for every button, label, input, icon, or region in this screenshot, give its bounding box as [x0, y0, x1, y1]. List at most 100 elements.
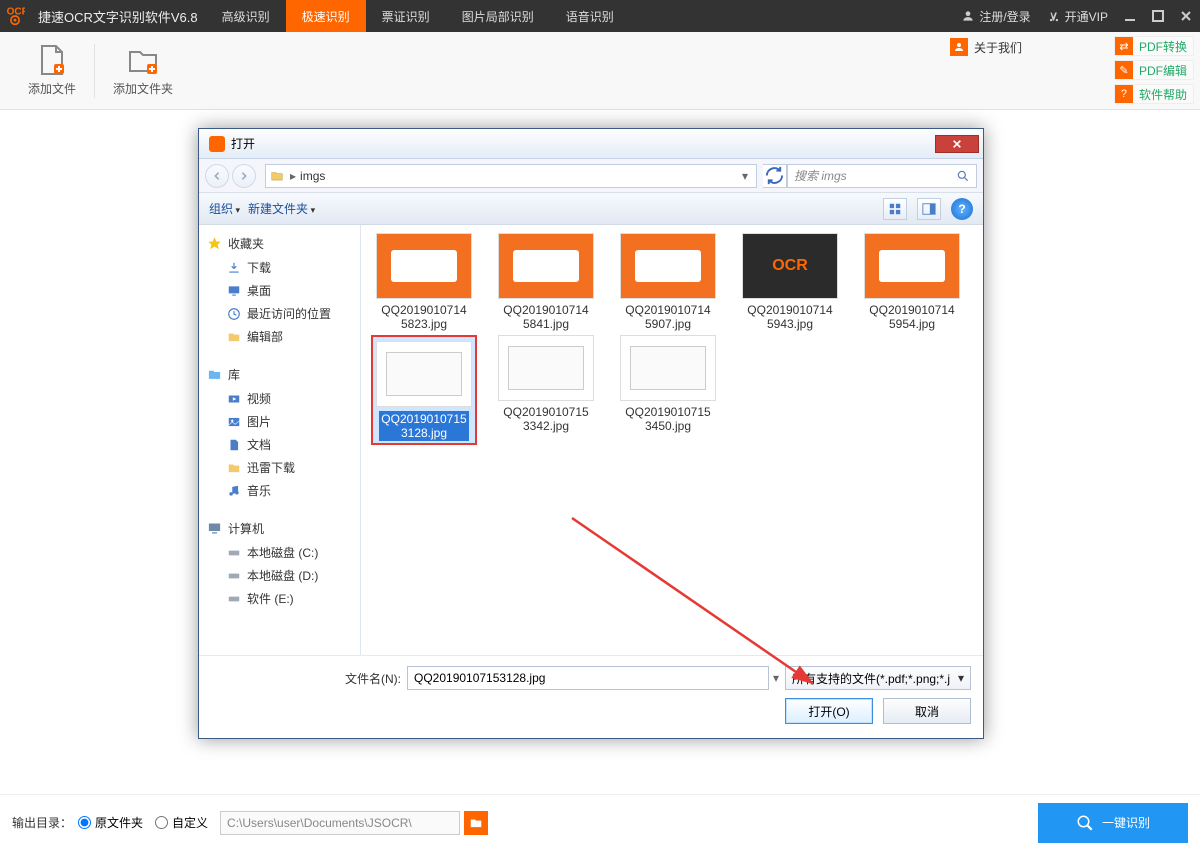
dialog-close-button[interactable] [935, 135, 979, 153]
tab-fast[interactable]: 极速识别 [286, 0, 366, 32]
dialog-icon [209, 136, 225, 152]
sidebar-computer[interactable]: 计算机 [199, 516, 360, 541]
help-button[interactable]: ? [951, 198, 973, 220]
maximize-button[interactable] [1144, 0, 1172, 32]
folder-icon [270, 169, 284, 183]
tab-ticket[interactable]: 票证识别 [366, 0, 446, 32]
file-label: QQ20190107153128.jpg [379, 411, 468, 441]
sidebar-video[interactable]: 视频 [199, 387, 360, 410]
about-us-link[interactable]: 关于我们 [950, 38, 1028, 56]
preview-pane-button[interactable] [917, 198, 941, 220]
file-label: QQ20190107145907.jpg [625, 303, 710, 331]
nav-forward-button[interactable] [232, 164, 256, 188]
breadcrumb-item[interactable]: imgs [300, 169, 325, 183]
thumbnail-icon [376, 341, 472, 407]
sidebar-xunlei[interactable]: 迅雷下载 [199, 456, 360, 479]
close-button[interactable] [1172, 0, 1200, 32]
file-thumb[interactable]: QQ20190107145907.jpg [615, 233, 721, 331]
file-thumb[interactable]: QQ20190107145841.jpg [493, 233, 599, 331]
sidebar-favorites[interactable]: 收藏夹 [199, 231, 360, 256]
radio-custom[interactable]: 自定义 [155, 814, 208, 831]
sidebar-disk-e[interactable]: 软件 (E:) [199, 587, 360, 610]
sidebar-disk-d[interactable]: 本地磁盘 (D:) [199, 564, 360, 587]
file-label: QQ20190107145841.jpg [503, 303, 588, 331]
thumbnail-icon: OCR [742, 233, 838, 299]
filename-label: 文件名(N): [211, 670, 407, 687]
file-thumb[interactable]: QQ20190107145954.jpg [859, 233, 965, 331]
file-type-filter[interactable]: 所有支持的文件(*.pdf;*.png;*.j▾ [785, 666, 971, 690]
edit-icon: ✎ [1115, 61, 1133, 79]
file-thumb[interactable]: OCR QQ20190107145943.jpg [737, 233, 843, 331]
sidebar-disk-c[interactable]: 本地磁盘 (C:) [199, 541, 360, 564]
tab-voice[interactable]: 语音识别 [550, 0, 630, 32]
sidebar-editor[interactable]: 编辑部 [199, 325, 360, 348]
browse-folder-button[interactable] [464, 811, 488, 835]
new-folder-menu[interactable]: 新建文件夹 [248, 200, 323, 217]
output-path-input[interactable] [220, 811, 460, 835]
software-help-link[interactable]: ?软件帮助 [1114, 84, 1194, 104]
sidebar-documents[interactable]: 文档 [199, 433, 360, 456]
filename-input[interactable] [407, 666, 769, 690]
file-label: QQ20190107145823.jpg [381, 303, 466, 331]
thumbnail-icon [620, 335, 716, 401]
vip-button[interactable]: 开通VIP [1039, 0, 1116, 32]
sidebar-pictures[interactable]: 图片 [199, 410, 360, 433]
open-file-dialog: 打开 ▸ imgs ▾ 搜索 imgs 组织 新建文件夹 ? 收藏夹 下载 桌面 [198, 128, 984, 739]
view-mode-button[interactable] [883, 198, 907, 220]
organize-menu[interactable]: 组织 [209, 200, 248, 217]
file-list: QQ20190107145823.jpg QQ20190107145841.jpg… [361, 225, 983, 655]
dialog-bottom: 文件名(N): ▾ 所有支持的文件(*.pdf;*.png;*.j▾ 打开(O)… [199, 655, 983, 738]
filename-dropdown-icon[interactable]: ▾ [769, 671, 777, 685]
thumbnail-icon [620, 233, 716, 299]
footer-bar: 输出目录： 原文件夹 自定义 一键识别 [0, 794, 1200, 850]
add-folder-label: 添加文件夹 [113, 80, 173, 97]
nav-back-button[interactable] [205, 164, 229, 188]
file-label: QQ20190107153450.jpg [625, 405, 710, 433]
main-toolbar: 添加文件 添加文件夹 关于我们 ⇄PDF转换 ✎PDF编辑 ?软件帮助 [0, 32, 1200, 110]
radio-original-folder[interactable]: 原文件夹 [78, 814, 143, 831]
refresh-button[interactable] [763, 164, 787, 188]
tab-advanced[interactable]: 高级识别 [206, 0, 286, 32]
pdf-convert-link[interactable]: ⇄PDF转换 [1114, 36, 1194, 56]
open-button[interactable]: 打开(O) [785, 698, 873, 724]
titlebar: OCR 捷速OCR文字识别软件V6.8 高级识别 极速识别 票证识别 图片局部识… [0, 0, 1200, 32]
person-icon [950, 38, 968, 56]
search-input[interactable]: 搜索 imgs [787, 164, 977, 188]
add-folder-button[interactable]: 添加文件夹 [95, 44, 191, 97]
file-label: QQ20190107145954.jpg [869, 303, 954, 331]
file-label: QQ20190107153342.jpg [503, 405, 588, 433]
sidebar-desktop[interactable]: 桌面 [199, 279, 360, 302]
app-title: 捷速OCR文字识别软件V6.8 [30, 7, 206, 26]
file-thumb[interactable]: QQ20190107153128.jpg [371, 335, 477, 445]
chevron-down-icon[interactable]: ▾ [738, 169, 752, 183]
add-file-button[interactable]: 添加文件 [10, 44, 94, 97]
output-dir-label: 输出目录： [12, 814, 72, 831]
help-icon: ? [1115, 85, 1133, 103]
dialog-titlebar: 打开 [199, 129, 983, 159]
thumbnail-icon [864, 233, 960, 299]
file-label: QQ20190107145943.jpg [747, 303, 832, 331]
file-thumb[interactable]: QQ20190107153342.jpg [493, 335, 599, 445]
file-thumb[interactable]: QQ20190107153450.jpg [615, 335, 721, 445]
sidebar-music[interactable]: 音乐 [199, 479, 360, 502]
right-links: ⇄PDF转换 ✎PDF编辑 ?软件帮助 [1114, 36, 1194, 104]
dialog-sidebar: 收藏夹 下载 桌面 最近访问的位置 编辑部 库 视频 图片 文档 迅雷下载 音乐… [199, 225, 361, 655]
file-thumb[interactable]: QQ20190107145823.jpg [371, 233, 477, 331]
sidebar-libraries[interactable]: 库 [199, 362, 360, 387]
sidebar-recent[interactable]: 最近访问的位置 [199, 302, 360, 325]
add-file-label: 添加文件 [28, 80, 76, 97]
address-bar[interactable]: ▸ imgs ▾ [265, 164, 757, 188]
thumbnail-icon [498, 233, 594, 299]
recognize-button[interactable]: 一键识别 [1038, 803, 1188, 843]
sidebar-downloads[interactable]: 下载 [199, 256, 360, 279]
cancel-button[interactable]: 取消 [883, 698, 971, 724]
search-icon [956, 169, 970, 183]
minimize-button[interactable] [1116, 0, 1144, 32]
tab-region[interactable]: 图片局部识别 [446, 0, 550, 32]
dialog-nav: ▸ imgs ▾ 搜索 imgs [199, 159, 983, 193]
dialog-title: 打开 [231, 135, 255, 152]
convert-icon: ⇄ [1115, 37, 1133, 55]
login-button[interactable]: 注册/登录 [953, 0, 1038, 32]
app-logo: OCR [0, 0, 30, 32]
pdf-edit-link[interactable]: ✎PDF编辑 [1114, 60, 1194, 80]
